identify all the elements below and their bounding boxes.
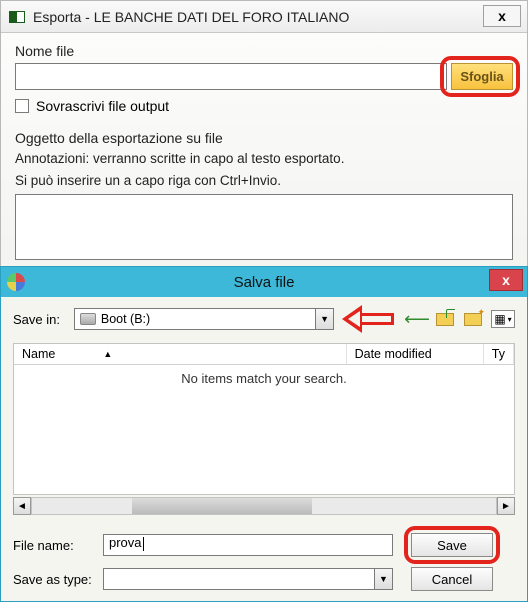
filename-input[interactable]: prova xyxy=(103,534,393,556)
annotazioni-line1: Annotazioni: verranno scritte in capo al… xyxy=(15,150,513,168)
nomefile-input[interactable] xyxy=(15,63,447,90)
chevron-down-icon[interactable]: ▼ xyxy=(374,569,392,589)
drive-icon xyxy=(80,313,96,325)
close-icon: x xyxy=(502,272,510,288)
column-name[interactable]: Name▲ xyxy=(14,344,347,364)
oggetto-textarea[interactable] xyxy=(15,194,513,260)
up-folder-icon[interactable] xyxy=(435,310,455,328)
app-icon xyxy=(7,273,25,291)
scroll-left-button[interactable]: ◄ xyxy=(13,497,31,515)
scroll-right-button[interactable]: ► xyxy=(497,497,515,515)
filename-label: File name: xyxy=(13,538,103,553)
column-type[interactable]: Ty xyxy=(484,344,514,364)
nomefile-label: Nome file xyxy=(15,43,513,59)
saveastype-label: Save as type: xyxy=(13,572,103,587)
export-titlebar: Esporta - LE BANCHE DATI DEL FORO ITALIA… xyxy=(1,1,527,33)
savefile-titlebar: Salva file x xyxy=(1,267,527,297)
sfoglia-button[interactable]: Sfoglia xyxy=(451,63,513,90)
oggetto-label: Oggetto della esportazione su file xyxy=(15,130,513,146)
savefile-title: Salva file xyxy=(234,274,295,291)
view-menu-button[interactable] xyxy=(491,310,515,328)
horizontal-scrollbar[interactable]: ◄ ► xyxy=(13,497,515,515)
annotation-arrow xyxy=(342,307,397,331)
savein-label: Save in: xyxy=(13,312,74,327)
file-list: No items match your search. xyxy=(13,365,515,495)
close-icon: x xyxy=(498,8,506,24)
sovrascrivi-label: Sovrascrivi file output xyxy=(36,98,169,114)
saveastype-combobox[interactable]: ▼ xyxy=(103,568,393,590)
close-button[interactable]: x xyxy=(489,269,523,291)
savein-value: Boot (B:) xyxy=(101,312,315,326)
sort-asc-icon: ▲ xyxy=(103,349,112,359)
annotazioni-line2: Si può inserire un a capo riga con Ctrl+… xyxy=(15,172,513,190)
app-icon xyxy=(9,11,25,23)
cancel-button[interactable]: Cancel xyxy=(411,567,493,591)
export-title: Esporta - LE BANCHE DATI DEL FORO ITALIA… xyxy=(33,9,349,25)
new-folder-icon[interactable] xyxy=(463,310,483,328)
empty-message: No items match your search. xyxy=(181,371,346,386)
column-date[interactable]: Date modified xyxy=(347,344,484,364)
back-icon[interactable]: ⟵ xyxy=(407,310,427,328)
savein-combobox[interactable]: Boot (B:) ▼ xyxy=(74,308,334,330)
scroll-track[interactable] xyxy=(31,497,497,515)
file-list-header: Name▲ Date modified Ty xyxy=(13,343,515,365)
scroll-thumb[interactable] xyxy=(132,498,312,514)
sovrascrivi-checkbox[interactable] xyxy=(15,99,29,113)
chevron-down-icon[interactable]: ▼ xyxy=(315,309,333,329)
close-button[interactable]: x xyxy=(483,5,521,27)
save-button[interactable]: Save xyxy=(411,533,493,557)
